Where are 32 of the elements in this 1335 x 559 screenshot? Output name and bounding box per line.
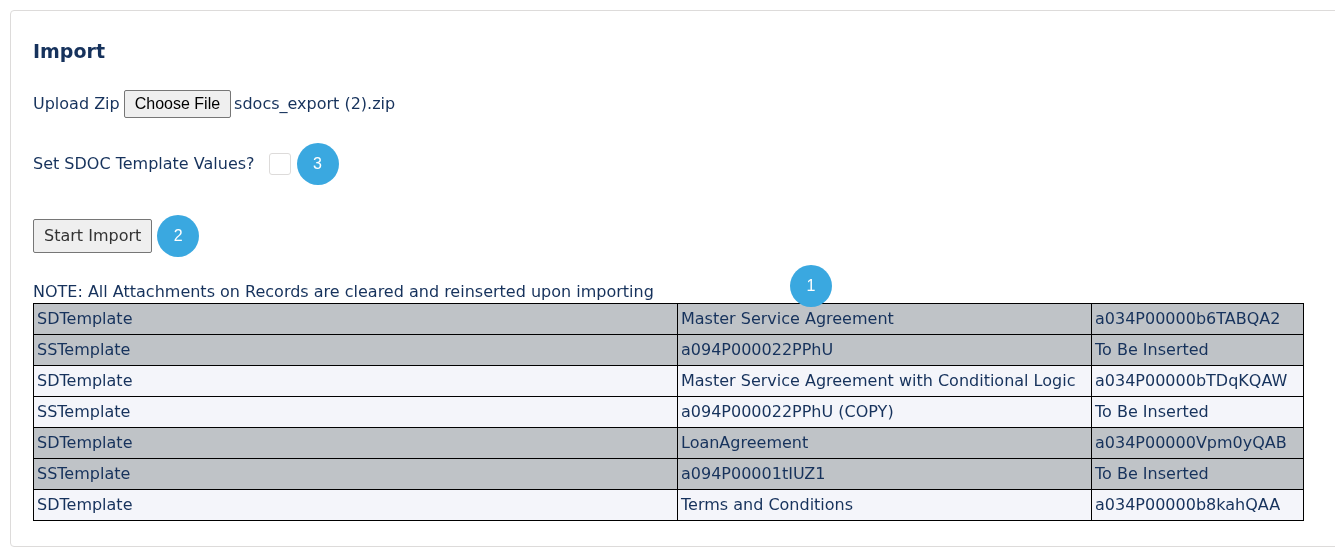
template-values-checkbox[interactable] [268,153,291,175]
file-name: sdocs_export (2).zip [234,93,396,115]
step-badge: 2 [157,215,200,257]
table-cell: LoanAgreement [677,427,1092,459]
table-cell: a034P00000b6TABQA2 [1091,303,1304,335]
table-cell: a034P00000bTDqKQAW [1091,365,1304,397]
start-import-button[interactable]: Start Import [33,219,153,253]
table-cell: Terms and Conditions [677,489,1092,521]
table-cell: SSTemplate [33,458,678,490]
table-cell: SDTemplate [33,365,678,397]
table-cell: a034P00000b8kahQAA [1091,489,1304,521]
card-title: Import [33,39,106,64]
step-badge: 1 [790,265,832,307]
table-cell: a034P00000Vpm0yQAB [1091,427,1304,459]
table-cell: SDTemplate [33,427,678,459]
note-text: NOTE: All Attachments on Records are cleared and reinserted upon importing [33,281,654,303]
table-cell: Master Service Agreement [677,303,1092,335]
table-cell: To Be Inserted [1091,458,1304,490]
table-cell: a094P00001tIUZ1 [677,458,1092,490]
table-cell: SDTemplate [33,489,678,521]
table-cell: SDTemplate [33,303,678,335]
choose-file-button[interactable]: Choose File [123,90,232,118]
table-cell: To Be Inserted [1091,334,1304,366]
table-cell: SSTemplate [33,334,678,366]
table-cell: SSTemplate [33,396,678,428]
table-cell: Master Service Agreement with Conditional Logic [677,365,1092,397]
upload-label: Upload Zip [33,93,120,115]
table-cell: a094P000022PPhU (COPY) [677,396,1092,428]
table-cell: a094P000022PPhU [677,334,1092,366]
template-values-label: Set SDOC Template Values? [33,153,255,175]
step-badge: 3 [296,143,339,185]
table-cell: To Be Inserted [1091,396,1304,428]
